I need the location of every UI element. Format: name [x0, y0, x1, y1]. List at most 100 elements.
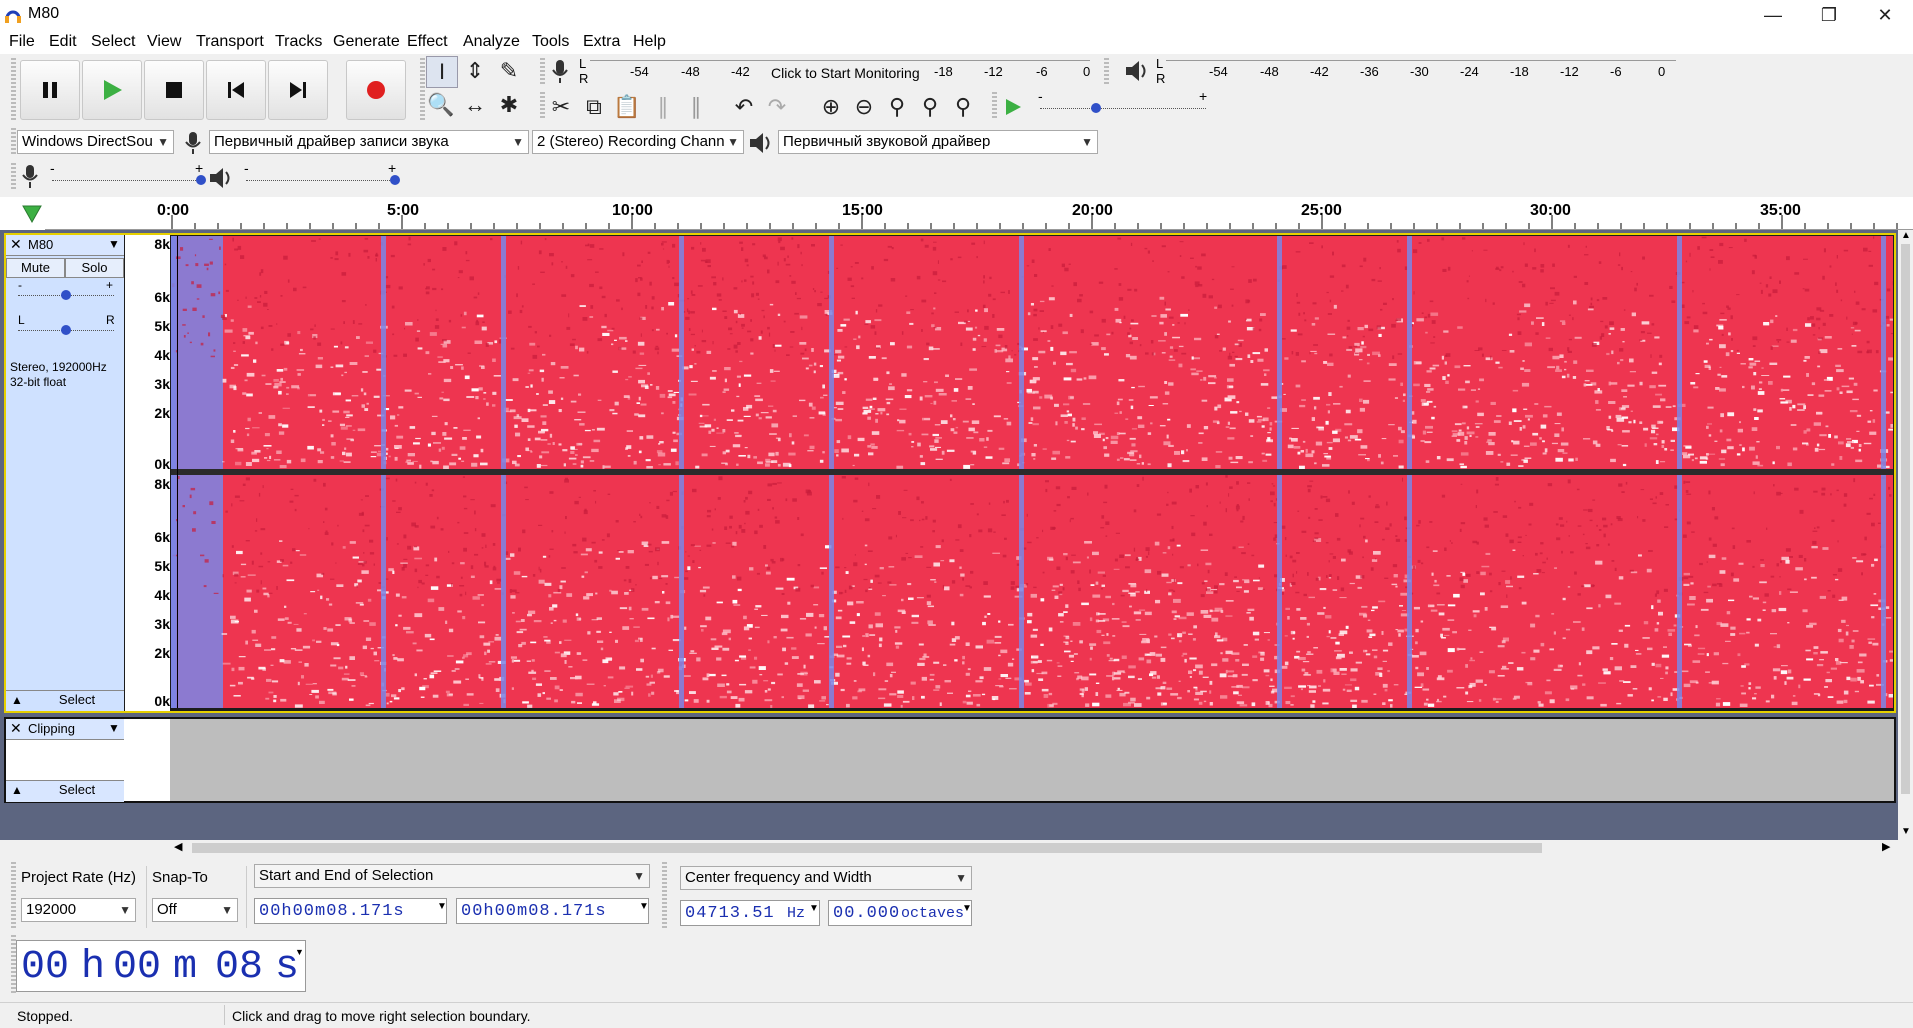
menu-view[interactable]: View — [147, 33, 181, 51]
chevron-down-icon[interactable]: ▼ — [639, 901, 649, 912]
redo-icon[interactable]: ↷ — [762, 92, 792, 122]
solo-button[interactable]: Solo — [65, 258, 124, 278]
menu-edit[interactable]: Edit — [49, 33, 77, 51]
playback-volume-slider[interactable] — [246, 180, 396, 181]
recording-device-select[interactable]: Первичный драйвер записи звука▼ — [209, 130, 529, 154]
menu-generate[interactable]: Generate — [333, 33, 400, 51]
spectral-mode-select[interactable]: Center frequency and Width▼ — [680, 866, 972, 890]
slider-thumb[interactable] — [390, 175, 400, 185]
track-close-icon[interactable]: ✕ — [10, 236, 22, 253]
horizontal-scroll-thumb[interactable] — [192, 843, 1542, 853]
scroll-up-icon[interactable]: ▲ — [1901, 230, 1911, 241]
vertical-scroll-thumb[interactable] — [1901, 244, 1910, 794]
zoom-in-icon[interactable]: ⊕ — [816, 92, 846, 122]
selection-tool-icon[interactable]: I — [426, 56, 458, 88]
label-track-control-panel[interactable]: ✕ Clipping ▼ ▲ Select — [6, 719, 124, 801]
slider-thumb[interactable] — [61, 290, 71, 300]
menu-effect[interactable]: Effect — [407, 33, 448, 51]
select-track-button[interactable]: Select — [30, 691, 124, 711]
track-name[interactable]: M80 — [28, 237, 53, 252]
vertical-scrollbar[interactable]: ▲ ▼ — [1898, 230, 1913, 840]
frequency-ruler[interactable]: 8k 6k 5k 4k 3k 2k 0k 8k 6k 5k 4k 3k 2k 0… — [125, 235, 170, 711]
select-label-track-button[interactable]: Select — [30, 781, 124, 801]
playback-speed-slider[interactable] — [1040, 108, 1206, 109]
selection-mode-select[interactable]: Start and End of Selection▼ — [254, 864, 650, 888]
horizontal-scrollbar[interactable]: ◀ ▶ — [170, 840, 1898, 856]
selection-start-time[interactable]: 00h00m08.171s ▼ — [254, 898, 447, 924]
monitoring-prompt[interactable]: Click to Start Monitoring — [771, 65, 920, 81]
spectrogram-channel-left[interactable] — [171, 236, 1893, 469]
recording-channels-select[interactable]: 2 (Stereo) Recording Chann▼ — [532, 130, 744, 154]
chevron-down-icon[interactable]: ▼ — [809, 903, 819, 914]
zoom-out-icon[interactable]: ⊖ — [849, 92, 879, 122]
label-track-menu-chevron-icon[interactable]: ▼ — [108, 721, 120, 735]
play-button[interactable] — [82, 60, 142, 120]
stop-button[interactable] — [144, 60, 204, 120]
recording-volume-slider[interactable] — [52, 180, 202, 181]
toolbar-grip[interactable] — [11, 128, 16, 156]
silence-audio-icon[interactable]: ∥ — [681, 92, 711, 122]
pause-button[interactable] — [20, 60, 80, 120]
toolbar-grip[interactable] — [420, 58, 425, 122]
label-track-close-icon[interactable]: ✕ — [10, 720, 22, 737]
track-control-panel[interactable]: ✕ M80 ▼ Mute Solo - + L R Stereo, 192000… — [6, 235, 124, 711]
playback-device-select[interactable]: Первичный звуковой драйвер▼ — [778, 130, 1098, 154]
collapse-label-track-icon[interactable]: ▲ — [11, 783, 23, 797]
toolbar-grip[interactable] — [11, 58, 16, 122]
cut-icon[interactable]: ✂ — [546, 92, 576, 122]
menu-tracks[interactable]: Tracks — [275, 33, 322, 51]
toolbar-grip[interactable] — [540, 92, 545, 120]
menu-file[interactable]: File — [9, 33, 35, 51]
chevron-down-icon[interactable]: ▼ — [437, 901, 447, 912]
toolbar-grip[interactable] — [11, 862, 16, 928]
zoom-tool-icon[interactable]: 🔍 — [426, 90, 456, 120]
close-window-icon[interactable]: ✕ — [1857, 0, 1913, 30]
toolbar-grip[interactable] — [540, 58, 545, 86]
menu-help[interactable]: Help — [633, 33, 666, 51]
scroll-left-icon[interactable]: ◀ — [174, 840, 182, 853]
record-button[interactable] — [346, 60, 406, 120]
label-track[interactable] — [4, 717, 1896, 803]
minimize-icon[interactable]: — — [1745, 0, 1801, 30]
pinned-play-head-icon[interactable] — [22, 205, 42, 223]
selection-end-time[interactable]: 00h00m08.171s ▼ — [456, 898, 649, 924]
skip-to-end-button[interactable] — [268, 60, 328, 120]
label-track-name[interactable]: Clipping — [28, 721, 75, 736]
fit-project-icon[interactable]: ⚲ — [915, 92, 945, 122]
audio-position-time[interactable]: 00 h 00 m 08 s ▼ — [16, 940, 306, 992]
fit-selection-icon[interactable]: ⚲ — [882, 92, 912, 122]
paste-icon[interactable]: 📋 — [612, 92, 642, 122]
recording-meter-toolbar[interactable]: L R -54 -48 -42 Click to Start Monitorin… — [546, 56, 1096, 86]
audio-host-select[interactable]: Windows DirectSou▼ — [17, 130, 174, 154]
trim-audio-icon[interactable]: ∥ — [648, 92, 678, 122]
restore-icon[interactable]: ❐ — [1801, 0, 1857, 30]
scroll-down-icon[interactable]: ▼ — [1901, 826, 1911, 837]
undo-icon[interactable]: ↶ — [729, 92, 759, 122]
frequency-width-field[interactable]: 00.000 octaves ▼ — [828, 900, 972, 926]
play-at-speed-button[interactable] — [998, 92, 1028, 122]
slider-thumb[interactable] — [1091, 103, 1101, 113]
zoom-toggle-icon[interactable]: ⚲ — [948, 92, 978, 122]
timeline-ruler[interactable]: 0:00 5:00 10:00 15:00 20:00 25:00 30:00 … — [45, 197, 1913, 230]
project-rate-select[interactable]: 192000▼ — [21, 898, 136, 922]
scroll-right-icon[interactable]: ▶ — [1882, 840, 1890, 853]
multi-tool-icon[interactable]: ✱ — [494, 90, 524, 120]
snap-to-select[interactable]: Off▼ — [152, 898, 238, 922]
menu-extra[interactable]: Extra — [583, 33, 620, 51]
menu-select[interactable]: Select — [91, 33, 135, 51]
toolbar-grip[interactable] — [1104, 58, 1109, 86]
playback-meter-toolbar[interactable]: L R -54 -48 -42 -36 -30 -24 -18 -12 -6 0 — [1110, 56, 1680, 86]
time-shift-tool-icon[interactable]: ↔ — [460, 90, 490, 120]
toolbar-grip[interactable] — [662, 862, 667, 928]
skip-to-start-button[interactable] — [206, 60, 266, 120]
envelope-tool-icon[interactable]: ⇕ — [460, 56, 490, 86]
track-menu-chevron-icon[interactable]: ▼ — [108, 237, 120, 251]
toolbar-grip[interactable] — [992, 92, 997, 120]
toolbar-grip[interactable] — [11, 163, 16, 191]
spectrogram-channel-right[interactable] — [171, 475, 1893, 708]
menu-analyze[interactable]: Analyze — [463, 33, 520, 51]
center-frequency-field[interactable]: 04713.51 Hz ▼ — [680, 900, 820, 926]
chevron-down-icon[interactable]: ▼ — [962, 903, 972, 914]
menu-transport[interactable]: Transport — [196, 33, 264, 51]
copy-icon[interactable]: ⧉ — [579, 92, 609, 122]
